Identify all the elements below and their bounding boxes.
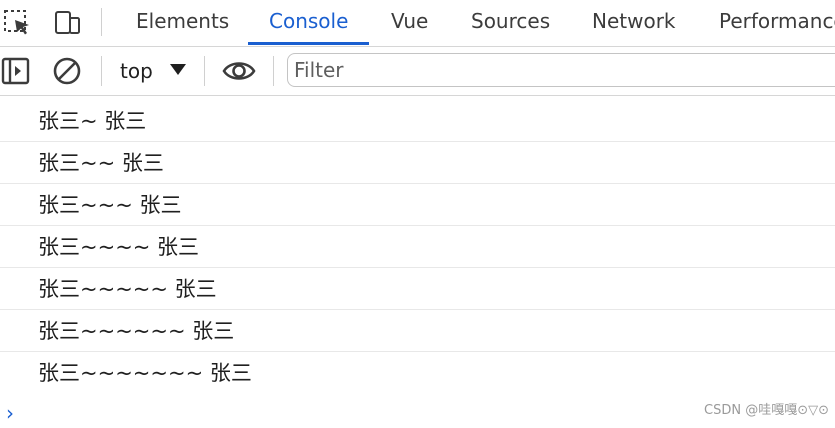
tab-sources[interactable]: Sources — [471, 0, 550, 45]
toolbar-separator — [101, 56, 102, 86]
console-message: 张三~~ 张三 — [0, 142, 835, 184]
console-message: 张三~ 张三 — [0, 100, 835, 142]
toolbar-separator — [204, 56, 205, 86]
console-message-text: 张三~~~~~ 张三 — [38, 277, 217, 301]
devtools-tab-bar: Elements Console Vue Sources Network Per… — [0, 0, 835, 47]
console-message-text: 张三~~~ 张三 — [38, 193, 182, 217]
sidebar-toggle-icon[interactable] — [0, 55, 32, 87]
console-message: 张三~~~~~~~ 张三 — [0, 352, 835, 393]
console-message-text: 张三~ 张三 — [38, 109, 147, 133]
tab-vue[interactable]: Vue — [391, 0, 428, 45]
console-messages: 张三~ 张三 张三~~ 张三 张三~~~ 张三 张三~~~~ 张三 张三~~~~… — [0, 100, 835, 393]
eye-icon[interactable] — [221, 55, 257, 87]
console-message: 张三~~~~ 张三 — [0, 226, 835, 268]
tab-bar-separator — [101, 8, 102, 36]
tab-elements[interactable]: Elements — [136, 0, 229, 45]
filter-input[interactable] — [287, 53, 835, 87]
chevron-down-icon — [170, 64, 186, 75]
console-message: 张三~~~~~~ 张三 — [0, 310, 835, 352]
console-message: 张三~~~ 张三 — [0, 184, 835, 226]
console-toolbar: top — [0, 47, 835, 96]
context-selector[interactable]: top — [114, 55, 192, 87]
inspect-element-icon[interactable] — [2, 7, 32, 37]
console-prompt-icon[interactable]: › — [6, 402, 14, 424]
tab-network[interactable]: Network — [592, 0, 676, 45]
device-toolbar-icon[interactable] — [52, 7, 82, 37]
context-selector-label: top — [120, 59, 153, 83]
toolbar-separator — [273, 56, 274, 86]
tab-performance[interactable]: Performance — [719, 0, 835, 45]
tab-console[interactable]: Console — [247, 0, 370, 45]
console-message-text: 张三~~~~ 张三 — [38, 235, 200, 259]
console-message: 张三~~~~~ 张三 — [0, 268, 835, 310]
watermark: CSDN @哇嘎嘎⊙▽⊙ — [704, 403, 829, 418]
console-message-text: 张三~~ 张三 — [38, 151, 164, 175]
console-message-text: 张三~~~~~~~ 张三 — [38, 361, 252, 385]
console-message-text: 张三~~~~~~ 张三 — [38, 319, 235, 343]
clear-console-icon[interactable] — [51, 55, 83, 87]
